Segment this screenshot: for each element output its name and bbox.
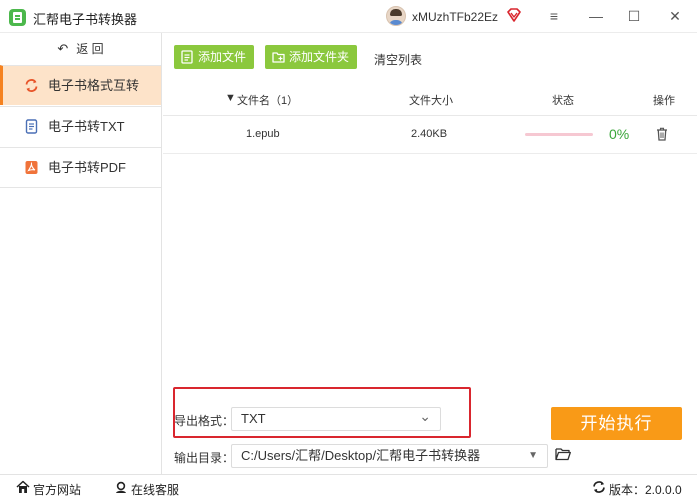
back-button[interactable]: ↶ 返 回 xyxy=(0,33,161,65)
status-bar: 官方网站 在线客服 版本：2.0.0.0 xyxy=(0,474,697,500)
file-name-cell: 1.epub xyxy=(246,128,280,140)
back-label: 返 回 xyxy=(76,42,104,56)
txt-document-icon xyxy=(25,119,38,134)
add-file-label: 添加文件 xyxy=(198,50,247,64)
minimize-button[interactable]: — xyxy=(583,4,609,28)
back-arrow-icon: ↶ xyxy=(57,41,69,56)
start-button[interactable]: 开始执行 xyxy=(551,407,682,440)
column-header-action: 操作 xyxy=(653,95,675,107)
sidebar-divider xyxy=(0,187,161,188)
version-label: 版本：2.0.0.0 xyxy=(609,483,682,497)
refresh-icon[interactable] xyxy=(592,480,606,494)
column-header-name[interactable]: 文件名（1） xyxy=(237,92,298,108)
progress-bar xyxy=(525,133,593,136)
trash-icon[interactable] xyxy=(656,127,668,141)
maximize-button[interactable]: ☐ xyxy=(621,4,647,28)
add-folder-icon xyxy=(272,52,285,63)
table-row[interactable]: 1.epub 2.40KB 0% xyxy=(163,116,697,154)
pdf-document-icon xyxy=(25,161,38,174)
sidebar-item-label: 电子书转TXT xyxy=(48,119,125,134)
file-table-header: ▼ 文件名（1） 文件大小 状态 操作 xyxy=(163,82,697,116)
progress-percent: 0% xyxy=(609,126,630,142)
column-header-status: 状态 xyxy=(552,95,574,107)
export-format-select[interactable]: TXT ⌄ xyxy=(231,407,441,431)
output-dir-label: 输出目录： xyxy=(174,451,235,465)
online-support-link[interactable]: 在线客服 xyxy=(131,481,179,498)
file-size-cell: 2.40KB xyxy=(411,128,448,140)
add-file-button[interactable]: 添加文件 xyxy=(174,45,255,69)
add-folder-button[interactable]: 添加文件夹 xyxy=(265,45,358,69)
sidebar-item-format-convert[interactable]: 电子书格式互转 xyxy=(0,65,161,105)
sidebar-item-label: 电子书转PDF xyxy=(48,160,127,175)
username-label[interactable]: xMUzhTFb22Ez xyxy=(412,10,498,24)
user-avatar[interactable] xyxy=(386,6,406,26)
official-website-link[interactable]: 官方网站 xyxy=(33,481,81,498)
close-button[interactable]: ✕ xyxy=(662,4,688,28)
customer-service-icon xyxy=(116,481,126,493)
sort-desc-icon[interactable]: ▼ xyxy=(225,92,236,104)
title-bar: 汇帮电子书转换器 xMUzhTFb22Ez ≡ — ☐ ✕ xyxy=(0,0,697,33)
open-folder-icon[interactable] xyxy=(555,447,571,461)
sidebar-item-label: 电子书格式互转 xyxy=(48,78,140,93)
output-dir-value: C:/Users/汇帮/Desktop/汇帮电子书转换器 xyxy=(241,448,481,463)
dropdown-triangle-icon: ▼ xyxy=(528,450,538,461)
output-dir-select[interactable]: C:/Users/汇帮/Desktop/汇帮电子书转换器 ▼ xyxy=(231,444,548,468)
sidebar: ↶ 返 回 电子书格式互转 电子书转TXT 电子书转PDF xyxy=(0,33,162,474)
app-title: 汇帮电子书转换器 xyxy=(33,12,138,27)
add-file-icon xyxy=(181,50,193,64)
chevron-down-icon: ⌄ xyxy=(419,408,431,424)
clear-list-button[interactable]: 清空列表 xyxy=(374,51,422,68)
vip-diamond-icon[interactable] xyxy=(506,8,522,23)
export-format-value: TXT xyxy=(241,411,266,426)
convert-arrows-icon xyxy=(25,79,38,92)
export-format-label: 导出格式： xyxy=(174,414,235,428)
sidebar-item-to-txt[interactable]: 电子书转TXT xyxy=(0,106,161,146)
home-icon xyxy=(16,480,30,493)
sidebar-item-to-pdf[interactable]: 电子书转PDF xyxy=(0,147,161,187)
app-logo-icon xyxy=(9,9,26,26)
column-header-size: 文件大小 xyxy=(409,95,453,107)
menu-icon[interactable]: ≡ xyxy=(541,4,567,28)
add-folder-label: 添加文件夹 xyxy=(289,50,350,64)
